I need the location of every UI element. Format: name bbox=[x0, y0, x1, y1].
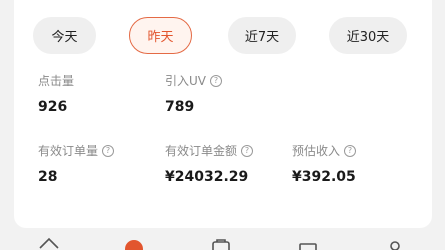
clicks-label-text: 点击量 bbox=[38, 74, 75, 88]
promo-icon[interactable] bbox=[123, 236, 145, 250]
help-icon[interactable]: ? bbox=[241, 144, 254, 157]
help-icon[interactable]: ? bbox=[210, 74, 222, 87]
filter-yesterday[interactable]: 昨天 bbox=[129, 17, 192, 54]
filter-7-days[interactable]: 近7天 bbox=[228, 17, 296, 54]
filter-today[interactable]: 今天 bbox=[33, 17, 96, 54]
order-amount-label-text: 有效订单金额 bbox=[165, 144, 238, 158]
filter-30-days[interactable]: 近30天 bbox=[329, 17, 407, 54]
message-icon[interactable] bbox=[297, 236, 319, 250]
uv-label: 引入UV ? bbox=[165, 72, 222, 89]
income-label: 预估收入 ? bbox=[292, 142, 357, 159]
help-icon[interactable]: ? bbox=[102, 144, 115, 157]
uv-value: 789 bbox=[165, 99, 195, 115]
order-amount-value: ¥24032.29 bbox=[165, 169, 249, 185]
clicks-value: 926 bbox=[38, 99, 68, 115]
uv-label-text: 引入UV bbox=[165, 74, 206, 88]
help-icon[interactable]: ? bbox=[344, 144, 357, 157]
income-label-text: 预估收入 bbox=[292, 144, 341, 158]
bag-icon[interactable] bbox=[210, 236, 232, 250]
order-amount-label: 有效订单金额 ? bbox=[165, 142, 254, 159]
clicks-label: 点击量 bbox=[38, 72, 74, 89]
bottom-tab-bar bbox=[0, 236, 445, 250]
orders-value: 28 bbox=[38, 169, 58, 185]
income-value: ¥392.05 bbox=[292, 169, 356, 185]
home-icon[interactable] bbox=[38, 236, 60, 250]
orders-label: 有效订单量 ? bbox=[38, 142, 115, 159]
orders-label-text: 有效订单量 bbox=[38, 144, 99, 158]
profile-icon[interactable] bbox=[384, 236, 406, 250]
